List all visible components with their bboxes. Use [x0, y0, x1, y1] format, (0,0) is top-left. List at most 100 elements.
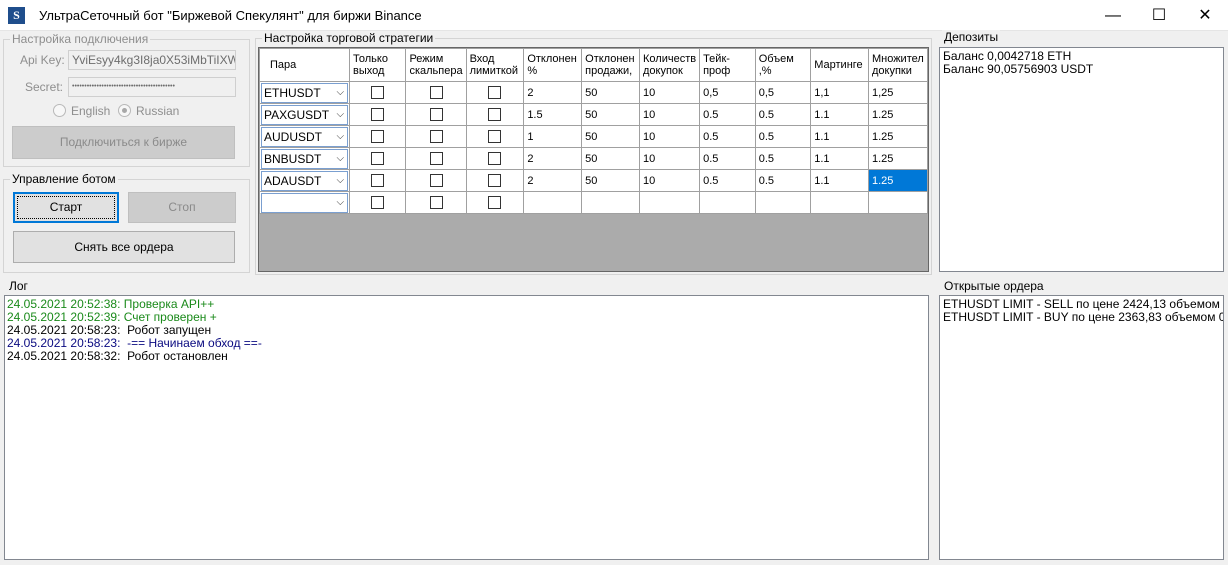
- multiplier-cell[interactable]: 1.25: [867, 169, 928, 192]
- pair-select[interactable]: ETHUSDT ⌵: [261, 82, 349, 103]
- column-header[interactable]: Отклонен продажи,: [581, 48, 640, 82]
- deposits-panel[interactable]: Баланс 0,0042718 ETH Баланс 90,05756903 U…: [939, 47, 1224, 272]
- multiplier-cell[interactable]: [867, 191, 928, 214]
- sell-deviation-cell[interactable]: [581, 191, 640, 214]
- buys-cell[interactable]: 10: [638, 103, 701, 126]
- deviation-cell[interactable]: 2: [523, 81, 583, 104]
- sell-deviation-cell[interactable]: 50: [581, 103, 640, 126]
- chevron-down-icon[interactable]: ⌵: [336, 84, 344, 102]
- column-header[interactable]: Отклонен %: [523, 48, 583, 82]
- limit-entry-checkbox[interactable]: [488, 174, 502, 187]
- deviation-cell[interactable]: 1.5: [523, 103, 583, 126]
- english-radio[interactable]: [53, 104, 66, 117]
- multiplier-cell[interactable]: 1.25: [867, 147, 928, 170]
- stop-button[interactable]: Стоп: [128, 192, 236, 223]
- buys-cell[interactable]: 10: [638, 125, 701, 148]
- maximize-button[interactable]: ☐: [1136, 0, 1182, 31]
- volume-cell[interactable]: [754, 191, 812, 214]
- take-profit-cell[interactable]: 0,5: [699, 81, 756, 104]
- take-profit-cell[interactable]: 0.5: [699, 147, 756, 170]
- multiplier-cell[interactable]: 1,25: [867, 81, 928, 104]
- buys-cell[interactable]: 10: [638, 169, 701, 192]
- limit-entry-checkbox[interactable]: [488, 108, 502, 121]
- only-exit-checkbox[interactable]: [371, 196, 385, 209]
- buys-cell[interactable]: 10: [638, 147, 701, 170]
- chevron-down-icon[interactable]: ⌵: [336, 128, 344, 146]
- take-profit-cell[interactable]: 0.5: [699, 125, 756, 148]
- chevron-down-icon[interactable]: ⌵: [336, 172, 344, 190]
- scalper-checkbox[interactable]: [429, 152, 443, 165]
- martingale-cell[interactable]: 1.1: [810, 147, 869, 170]
- column-header[interactable]: Вход лимиткой: [465, 48, 525, 82]
- deviation-cell[interactable]: [523, 191, 583, 214]
- limit-entry-checkbox[interactable]: [488, 130, 502, 143]
- pair-select[interactable]: BNBUSDT ⌵: [261, 148, 349, 169]
- scalper-checkbox[interactable]: [429, 108, 443, 121]
- limit-entry-checkbox[interactable]: [488, 86, 502, 99]
- volume-cell[interactable]: 0,5: [754, 81, 812, 104]
- chevron-down-icon[interactable]: ⌵: [336, 106, 344, 124]
- scalper-checkbox[interactable]: [429, 86, 443, 99]
- volume-cell[interactable]: 0.5: [754, 169, 812, 192]
- martingale-cell[interactable]: 1,1: [810, 81, 869, 104]
- buys-cell[interactable]: [638, 191, 701, 214]
- martingale-cell[interactable]: [810, 191, 869, 214]
- open-orders-panel[interactable]: ETHUSDT LIMIT - SELL по цене 2424,13 объ…: [939, 295, 1224, 560]
- only-exit-checkbox[interactable]: [371, 130, 385, 143]
- only-exit-checkbox[interactable]: [371, 174, 385, 187]
- scalper-checkbox[interactable]: [429, 130, 443, 143]
- pair-cell[interactable]: ADAUSDT ⌵: [259, 169, 351, 192]
- martingale-cell[interactable]: 1.1: [810, 103, 869, 126]
- cancel-all-orders-button[interactable]: Снять все ордера: [13, 231, 235, 263]
- volume-cell[interactable]: 0.5: [754, 103, 812, 126]
- column-header[interactable]: Тейк-проф: [699, 48, 756, 82]
- minimize-button[interactable]: —: [1090, 0, 1136, 31]
- martingale-cell[interactable]: 1.1: [810, 125, 869, 148]
- secret-input[interactable]: ••••••••••••••••••••••••••••••••••••••••…: [68, 77, 236, 97]
- limit-entry-checkbox[interactable]: [488, 152, 502, 165]
- take-profit-cell[interactable]: 0.5: [699, 169, 756, 192]
- volume-cell[interactable]: 0.5: [754, 147, 812, 170]
- pair-cell[interactable]: AUDUSDT ⌵: [259, 125, 351, 148]
- column-header[interactable]: Объем ,%: [754, 48, 812, 82]
- pair-select[interactable]: ADAUSDT ⌵: [261, 170, 349, 191]
- column-header[interactable]: Мартинге: [810, 48, 869, 82]
- pair-select[interactable]: ⌵: [261, 192, 349, 213]
- russian-radio[interactable]: [118, 104, 131, 117]
- chevron-down-icon[interactable]: ⌵: [336, 150, 344, 168]
- column-header[interactable]: Множител докупки: [867, 48, 928, 82]
- deviation-cell[interactable]: 2: [523, 147, 583, 170]
- column-header[interactable]: Количеств докупок: [638, 48, 701, 82]
- limit-entry-checkbox[interactable]: [488, 196, 502, 209]
- scalper-checkbox[interactable]: [429, 196, 443, 209]
- pair-cell[interactable]: ⌵: [259, 191, 351, 214]
- only-exit-checkbox[interactable]: [371, 152, 385, 165]
- chevron-down-icon[interactable]: ⌵: [336, 194, 344, 212]
- sell-deviation-cell[interactable]: 50: [581, 81, 640, 104]
- start-button[interactable]: Старт: [13, 192, 119, 223]
- only-exit-checkbox[interactable]: [371, 86, 385, 99]
- deviation-cell[interactable]: 1: [523, 125, 583, 148]
- pair-cell[interactable]: BNBUSDT ⌵: [259, 147, 351, 170]
- column-header[interactable]: Пара: [259, 48, 351, 82]
- buys-cell[interactable]: 10: [638, 81, 701, 104]
- sell-deviation-cell[interactable]: 50: [581, 147, 640, 170]
- api-key-input[interactable]: YviEsyy4kg3I8ja0X53iMbTiIXWus: [68, 50, 236, 70]
- scalper-checkbox[interactable]: [429, 174, 443, 187]
- multiplier-cell[interactable]: 1.25: [867, 103, 928, 126]
- close-button[interactable]: ✕: [1182, 0, 1228, 31]
- deviation-cell[interactable]: 2: [523, 169, 583, 192]
- sell-deviation-cell[interactable]: 50: [581, 169, 640, 192]
- connect-button[interactable]: Подключиться к бирже: [12, 126, 235, 159]
- column-header[interactable]: Режим скальпера: [405, 48, 467, 82]
- martingale-cell[interactable]: 1.1: [810, 169, 869, 192]
- volume-cell[interactable]: 0.5: [754, 125, 812, 148]
- log-panel[interactable]: 24.05.2021 20:52:38: Проверка API++ 24.05…: [4, 295, 929, 560]
- column-header[interactable]: Только выход: [349, 48, 407, 82]
- pair-select[interactable]: AUDUSDT ⌵: [261, 126, 349, 147]
- pair-select[interactable]: PAXGUSDT ⌵: [261, 104, 349, 125]
- pair-cell[interactable]: ETHUSDT ⌵: [259, 81, 351, 104]
- take-profit-cell[interactable]: 0.5: [699, 103, 756, 126]
- pair-cell[interactable]: PAXGUSDT ⌵: [259, 103, 351, 126]
- sell-deviation-cell[interactable]: 50: [581, 125, 640, 148]
